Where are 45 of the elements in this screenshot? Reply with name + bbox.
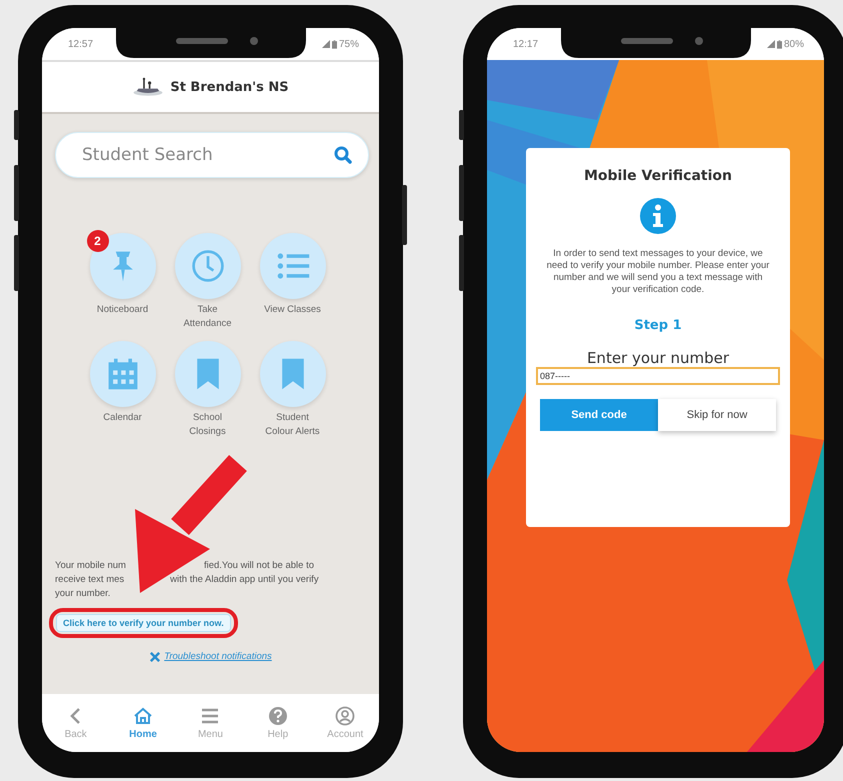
status-time: 12:57	[68, 38, 94, 50]
search-icon[interactable]	[333, 145, 353, 165]
notice-text: Your mobile num	[55, 559, 126, 573]
notice-text: receive text mes	[55, 573, 124, 587]
info-icon	[640, 198, 676, 234]
dialog-title: Mobile Verification	[584, 168, 732, 184]
nav-item[interactable]: Help	[250, 706, 306, 740]
battery-level: 80%	[784, 38, 804, 50]
battery-icon	[776, 40, 782, 48]
nav-item[interactable]: Menu	[182, 706, 238, 740]
signal-icon	[766, 40, 775, 48]
troubleshoot-link[interactable]: Troubleshoot notifications	[150, 650, 272, 664]
nav-item[interactable]: Account	[317, 706, 374, 740]
search-field[interactable]: Student Search	[55, 132, 369, 178]
tile-button[interactable]: 2	[90, 233, 156, 299]
phone-number-field[interactable]: 087-----	[536, 367, 780, 385]
verify-button[interactable]: Click here to verify your number now.	[56, 614, 231, 632]
clock-icon	[190, 248, 226, 284]
status-time: 12:17	[513, 38, 538, 50]
help-icon	[268, 706, 288, 726]
logo-icon	[132, 77, 164, 97]
home-icon	[133, 706, 154, 726]
dialog-message: In order to send text messages to your device, we need to verify your mobile number. Please enter your number and we will send you a text message with your verification code.	[546, 248, 770, 296]
menu-icon	[200, 706, 220, 726]
tile-label: Student Colour Alerts	[264, 411, 321, 439]
tile-label: Calendar	[102, 411, 143, 425]
step-title: Step 1	[634, 318, 682, 333]
school-name: St Brendan's NS	[170, 80, 289, 94]
account-icon	[335, 706, 356, 726]
notification-badge: 2	[86, 230, 108, 252]
battery-icon	[332, 40, 337, 48]
notice-text: fied.You will not be able to	[204, 559, 314, 573]
tile-label: School Closings	[188, 411, 227, 439]
tile-label: Take Attendance	[182, 303, 233, 331]
skip-button[interactable]: Skip for now	[658, 399, 776, 431]
notice-text: your number.	[55, 587, 110, 601]
nav-item[interactable]: Home	[115, 706, 172, 740]
tile-label: View Classes	[263, 303, 322, 317]
send-code-button[interactable]: Send code	[540, 399, 658, 431]
battery-level: 75%	[338, 38, 359, 50]
field-label: Enter your number	[586, 349, 730, 367]
signal-icon	[322, 40, 330, 48]
nav-item[interactable]: Back	[48, 706, 104, 740]
tile-label: Noticeboard	[96, 303, 150, 317]
notice-text: with the Aladdin app until you verify	[170, 573, 319, 587]
